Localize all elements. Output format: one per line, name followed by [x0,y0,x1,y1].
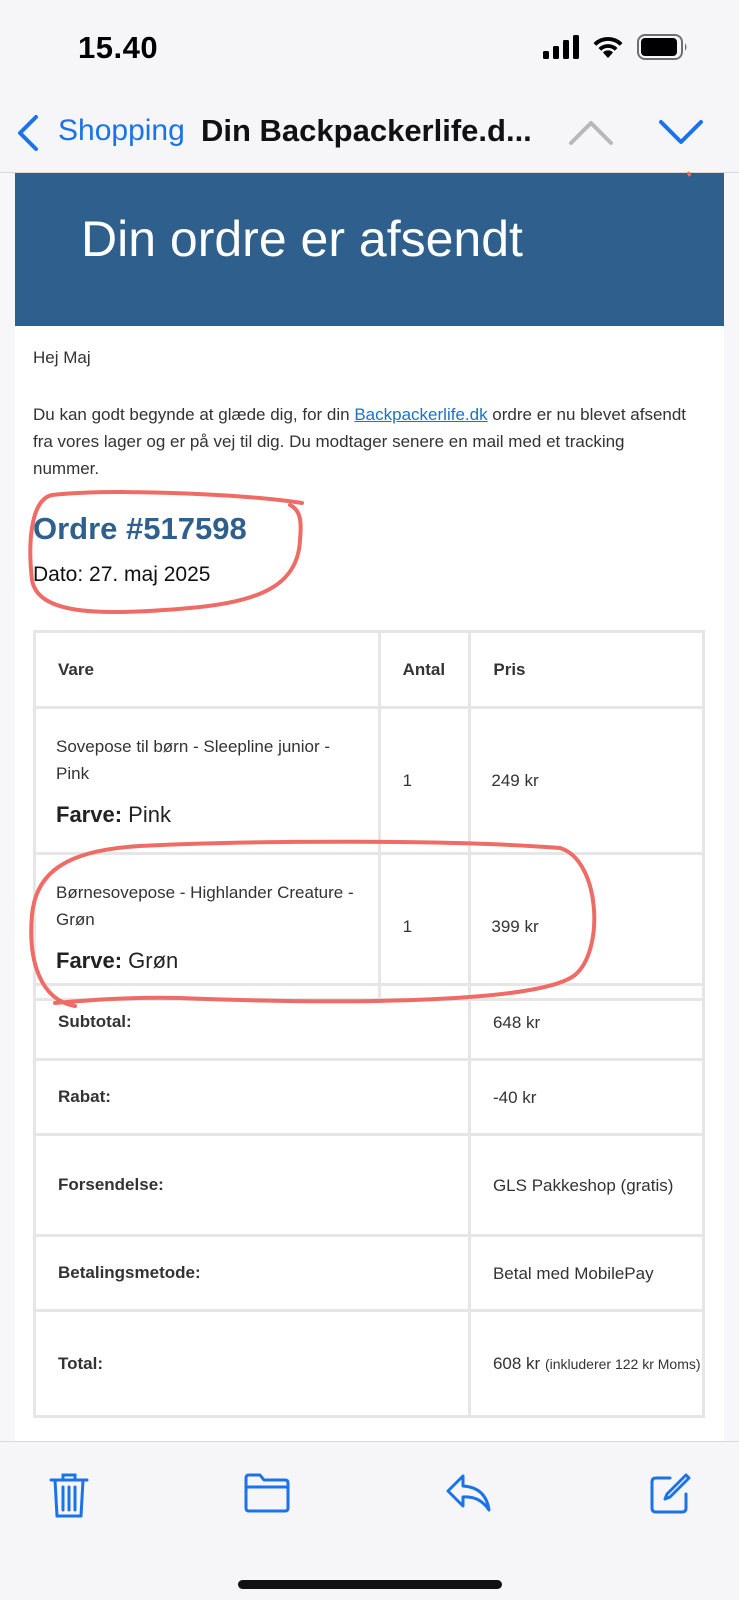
item-name: Sovepose til børn - Sleepline junior - P… [56,737,331,783]
order-number: Ordre #517598 [33,511,247,546]
item-cell: Sovepose til børn - Sleepline junior - P… [33,706,381,855]
payment-label: Betalingsmetode: [33,1234,471,1312]
discount-row: Rabat: -40 kr [33,1058,706,1136]
item-attribute-value: Pink [128,802,171,827]
chevron-down-icon[interactable] [658,117,704,147]
column-header-qty: Antal [377,630,472,709]
order-items-table: Vare Antal Pris Sovepose til børn - Slee… [33,630,705,1001]
home-indicator[interactable] [238,1580,502,1589]
payment-row: Betalingsmetode: Betal med MobilePay [33,1234,706,1312]
item-attribute: Farve: Pink [56,801,358,828]
subtotal-row: Subtotal: 648 kr [33,983,706,1061]
cellular-signal-icon [543,35,579,59]
battery-icon [637,34,687,60]
item-price: 399 kr [468,852,705,1001]
item-qty: 1 [377,852,472,1001]
order-date: Dato: 27. maj 2025 [33,563,211,586]
nav-title: Din Backpackerlife.d... [201,113,532,148]
total-label: Total: [33,1309,471,1418]
item-attribute-value: Grøn [128,948,179,973]
shipping-label: Forsendelse: [33,1133,471,1237]
subtotal-label: Subtotal: [33,983,471,1061]
discount-label: Rabat: [33,1058,471,1136]
shipping-row: Forsendelse: GLS Pakkeshop (gratis) [33,1133,706,1237]
total-vat-note: (inkluderer 122 kr Moms) [544,1355,701,1372]
status-icons [543,34,689,60]
greeting: Hej Maj [33,348,91,367]
trash-icon[interactable] [48,1472,90,1520]
item-attribute-label: Farve: [56,802,123,827]
wifi-icon [593,36,623,58]
email-header-banner: Din ordre er afsendt [15,173,724,326]
column-header-price: Pris [468,630,705,709]
total-value: 608 kr [492,1353,541,1373]
item-attribute: Farve: Grøn [56,947,358,974]
table-row: Børnesovepose - Highlander Creature - Gr… [33,852,705,1001]
back-button[interactable]: Shopping [58,114,185,148]
table-row: Sovepose til børn - Sleepline junior - P… [33,706,705,855]
shipping-value: GLS Pakkeshop (gratis) [467,1133,706,1237]
item-attribute-label: Farve: [56,948,123,973]
compose-icon[interactable] [648,1472,692,1516]
subtotal-value: 648 kr [467,983,706,1061]
shop-link[interactable]: Backpackerlife.dk [354,405,487,424]
status-bar: 15.40 [0,0,739,95]
email-header-title: Din ordre er afsendt [81,211,523,267]
total-row: Total: 608 kr (inkluderer 122 kr Moms) [33,1309,706,1418]
item-name: Børnesovepose - Highlander Creature - Gr… [56,883,354,929]
chevron-left-icon[interactable] [14,113,44,153]
email-body: Din ordre er afsendt Hej Maj Du kan godt… [15,173,724,1441]
order-totals-table: Subtotal: 648 kr Rabat: -40 kr Forsendel… [33,983,706,1418]
payment-value: Betal med MobilePay [467,1234,706,1312]
folder-icon[interactable] [243,1472,291,1514]
bottom-toolbar [0,1441,739,1600]
status-time: 15.40 [78,30,159,65]
column-header-item: Vare [33,630,381,709]
item-cell: Børnesovepose - Highlander Creature - Gr… [33,852,381,1001]
intro-text-start: Du kan godt begynde at glæde dig, for di… [33,405,355,424]
intro-text: Du kan godt begynde at glæde dig, for di… [33,401,693,482]
discount-value: -40 kr [467,1058,706,1136]
total-value-cell: 608 kr (inkluderer 122 kr Moms) [467,1309,706,1418]
item-qty: 1 [377,706,472,855]
item-price: 249 kr [468,706,705,855]
table-header-row: Vare Antal Pris [33,630,705,709]
reply-icon[interactable] [445,1472,493,1514]
chevron-up-icon[interactable] [568,117,614,147]
nav-bar: Shopping Din Backpackerlife.d... [0,95,739,173]
